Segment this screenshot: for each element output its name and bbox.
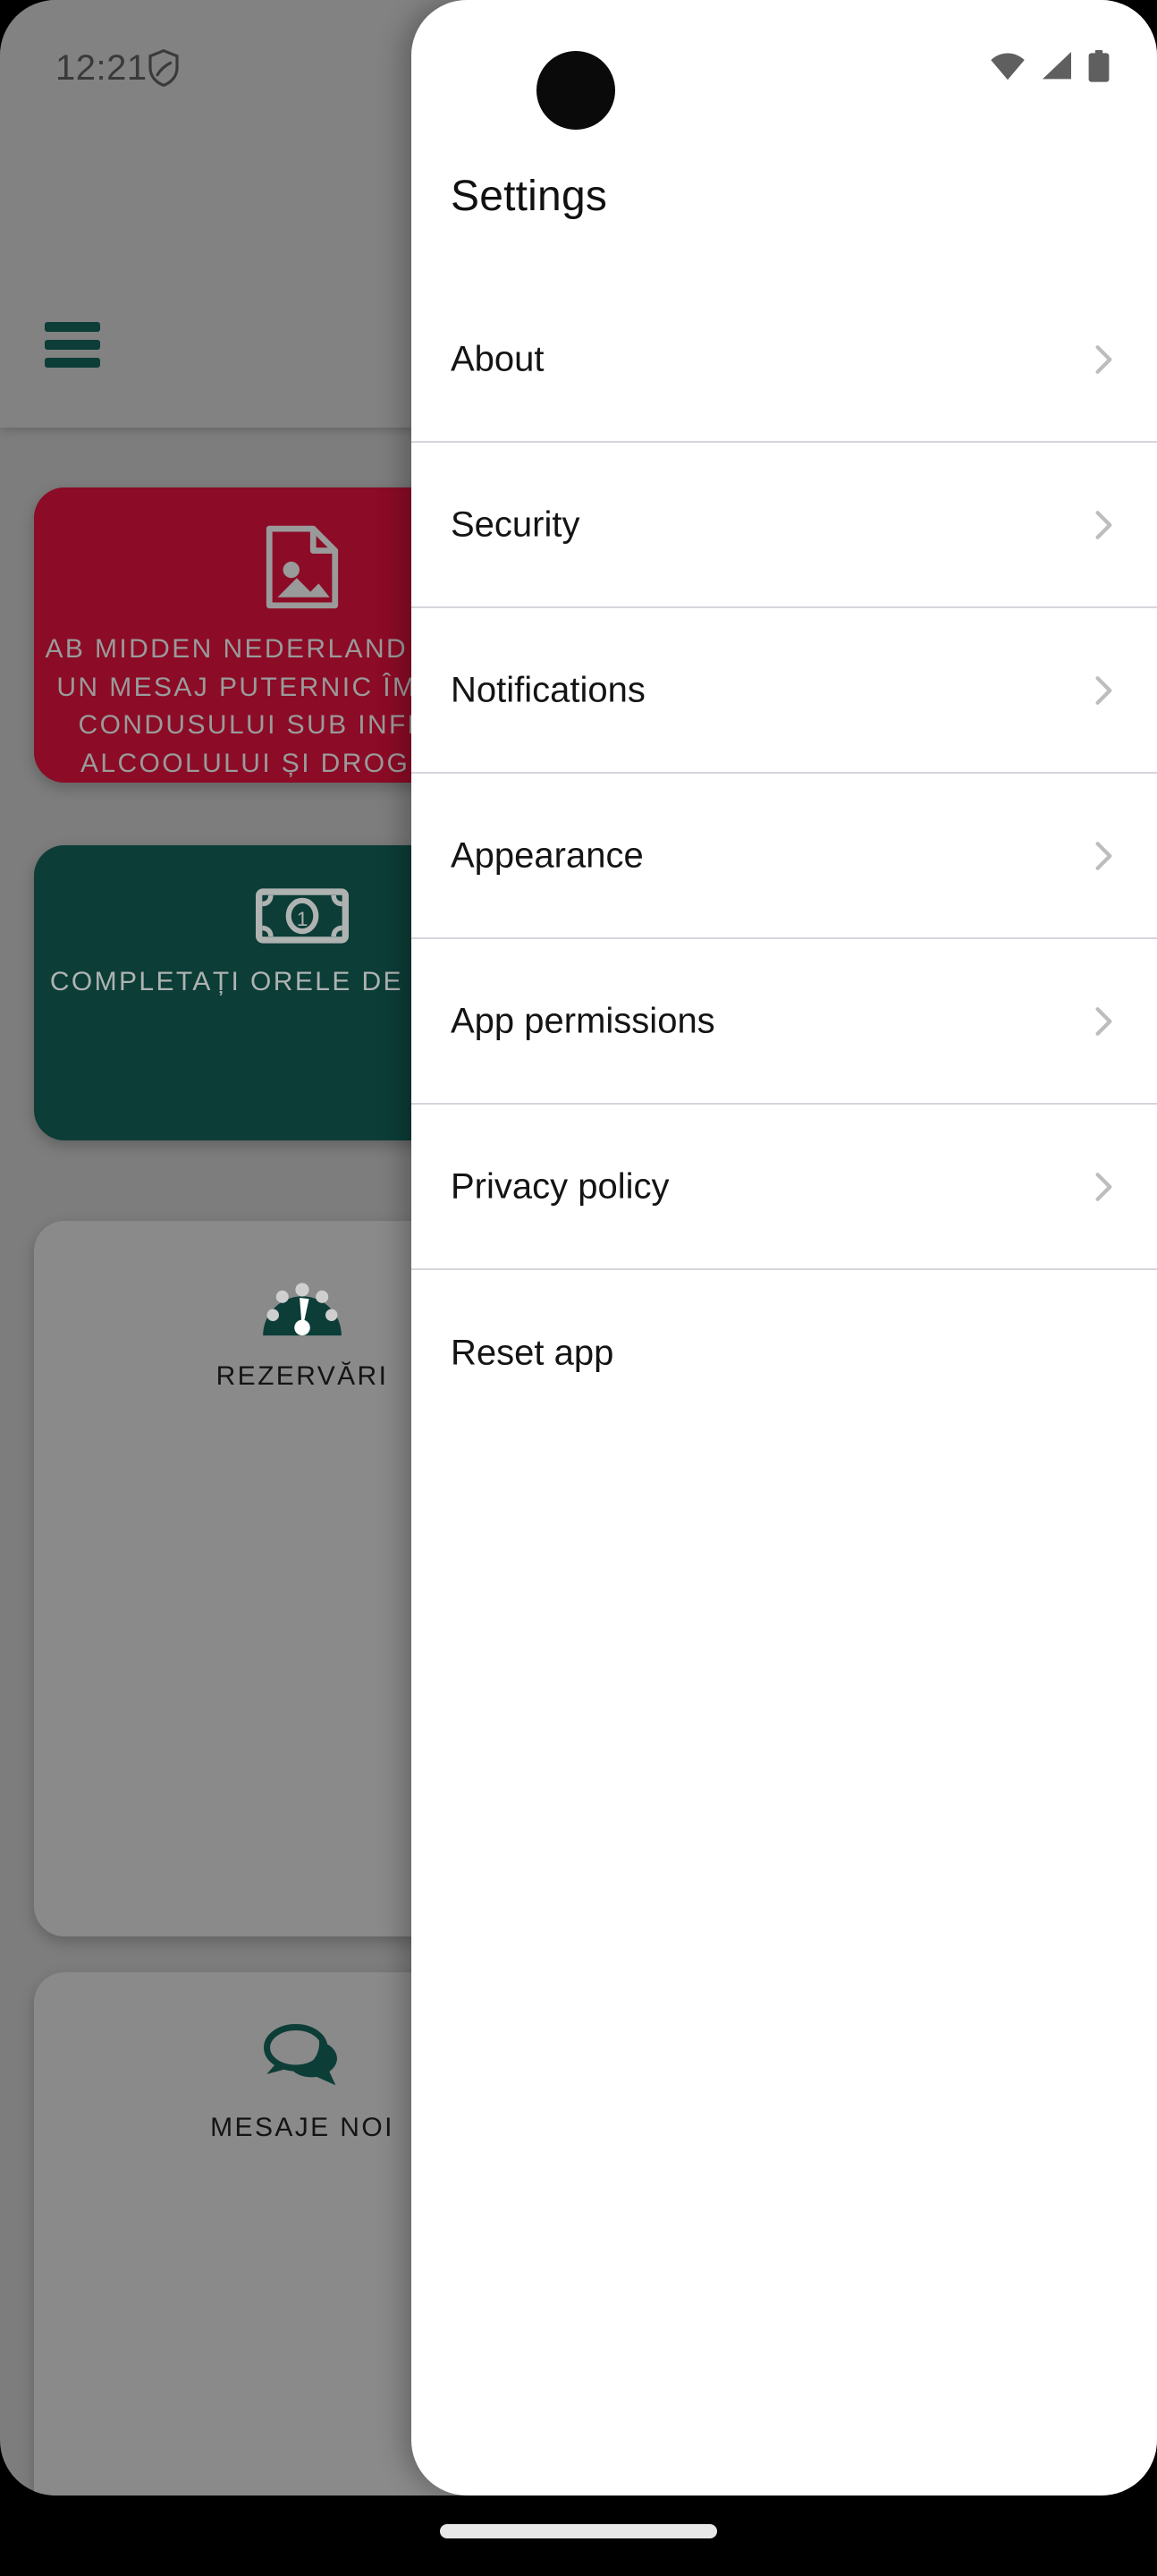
image-placeholder-icon bbox=[266, 525, 339, 609]
status-bar-clock: 12:21 bbox=[55, 48, 148, 88]
settings-list: About Security Notifications Appearance bbox=[411, 277, 1157, 1436]
hamburger-bar-2 bbox=[45, 340, 100, 350]
wifi-icon bbox=[991, 53, 1025, 80]
phone-screen: 12:21 AB MIDDEN NEDERLAND A LANSAT UN ME… bbox=[0, 0, 1157, 2576]
settings-row-app-permissions[interactable]: App permissions bbox=[411, 939, 1157, 1105]
chevron-right-icon bbox=[1095, 675, 1112, 705]
settings-row-appearance[interactable]: Appearance bbox=[411, 774, 1157, 939]
settings-row-reset-app[interactable]: Reset app bbox=[411, 1270, 1157, 1436]
shield-icon bbox=[148, 48, 179, 88]
settings-row-privacy-policy[interactable]: Privacy policy bbox=[411, 1105, 1157, 1270]
cellular-signal-icon bbox=[1043, 52, 1071, 80]
settings-row-security[interactable]: Security bbox=[411, 443, 1157, 608]
camera-cutout bbox=[536, 51, 615, 130]
svg-text:1: 1 bbox=[297, 908, 308, 930]
chat-bubbles-icon bbox=[264, 2023, 337, 2086]
settings-row-about[interactable]: About bbox=[411, 277, 1157, 443]
hamburger-bar-1 bbox=[45, 322, 100, 332]
settings-row-label: Privacy policy bbox=[451, 1166, 670, 1206]
settings-row-label: Security bbox=[451, 504, 580, 544]
chevron-right-icon bbox=[1095, 1172, 1112, 1201]
hamburger-menu-icon[interactable] bbox=[45, 322, 100, 368]
page-title: Settings bbox=[451, 173, 608, 220]
system-navigation-bar bbox=[0, 2496, 1157, 2576]
settings-panel: Settings About Security Notifications Ap… bbox=[411, 0, 1157, 2496]
settings-row-label: About bbox=[451, 339, 545, 378]
settings-row-label: Reset app bbox=[451, 1333, 614, 1372]
battery-icon bbox=[1088, 50, 1110, 82]
gauge-icon bbox=[263, 1283, 342, 1336]
chevron-right-icon bbox=[1095, 344, 1112, 374]
settings-row-notifications[interactable]: Notifications bbox=[411, 608, 1157, 774]
home-gesture-pill[interactable] bbox=[440, 2524, 717, 2538]
status-bar-icons bbox=[989, 50, 1111, 82]
settings-row-label: App permissions bbox=[451, 1001, 715, 1040]
settings-row-label: Appearance bbox=[451, 835, 644, 875]
settings-row-label: Notifications bbox=[451, 670, 646, 709]
banknote-icon: 1 bbox=[256, 888, 349, 944]
chevron-right-icon bbox=[1095, 510, 1112, 539]
hamburger-bar-3 bbox=[45, 358, 100, 368]
chevron-right-icon bbox=[1095, 1006, 1112, 1036]
chevron-right-icon bbox=[1095, 841, 1112, 870]
